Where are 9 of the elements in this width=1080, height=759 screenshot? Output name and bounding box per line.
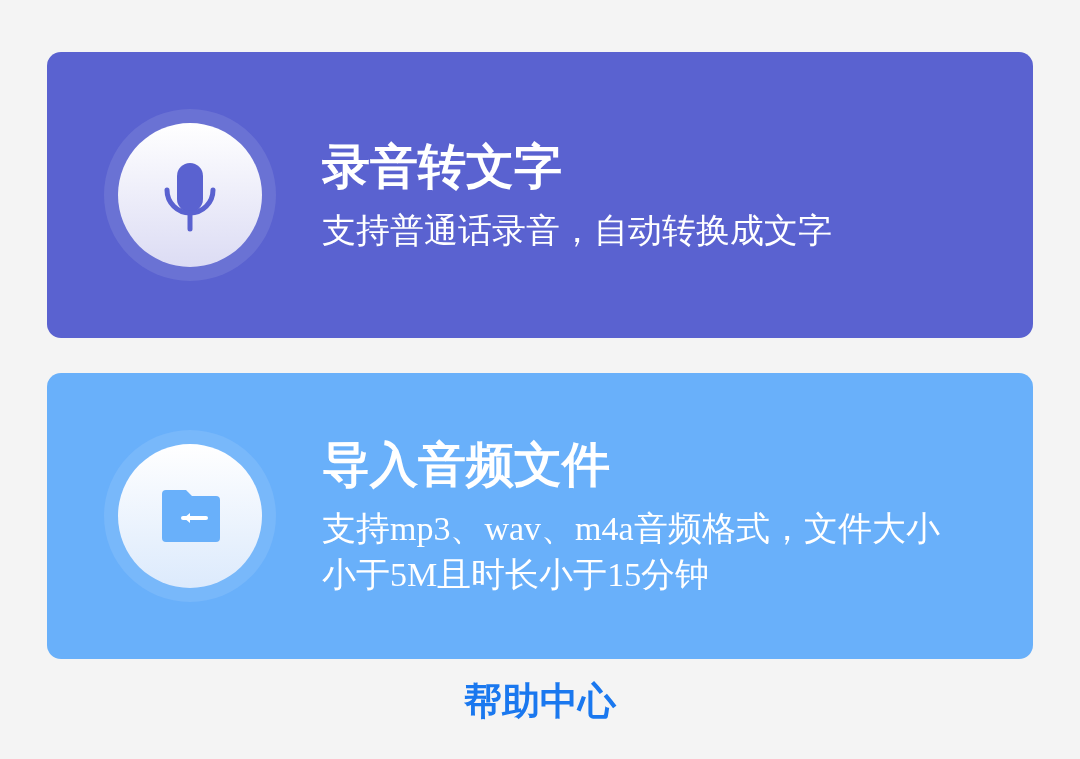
card-description: 支持普通话录音，自动转换成文字 (322, 211, 832, 251)
folder-icon (104, 430, 276, 602)
feature-card[interactable]: 导入音频文件 支持mp3、wav、m4a音频格式，文件大小小于5M且时长小于15分钟 (47, 373, 1033, 659)
card-title: 录音转文字 (322, 139, 563, 195)
help-center-link[interactable]: 帮助中心 (464, 677, 616, 725)
card-description: 支持mp3、wav、m4a音频格式，文件大小小于5M且时长小于15分钟 (322, 509, 941, 595)
microphone-icon (104, 109, 276, 281)
card-title: 导入音频文件 (322, 437, 611, 493)
feature-card[interactable]: 录音转文字 支持普通话录音，自动转换成文字 (47, 52, 1033, 338)
